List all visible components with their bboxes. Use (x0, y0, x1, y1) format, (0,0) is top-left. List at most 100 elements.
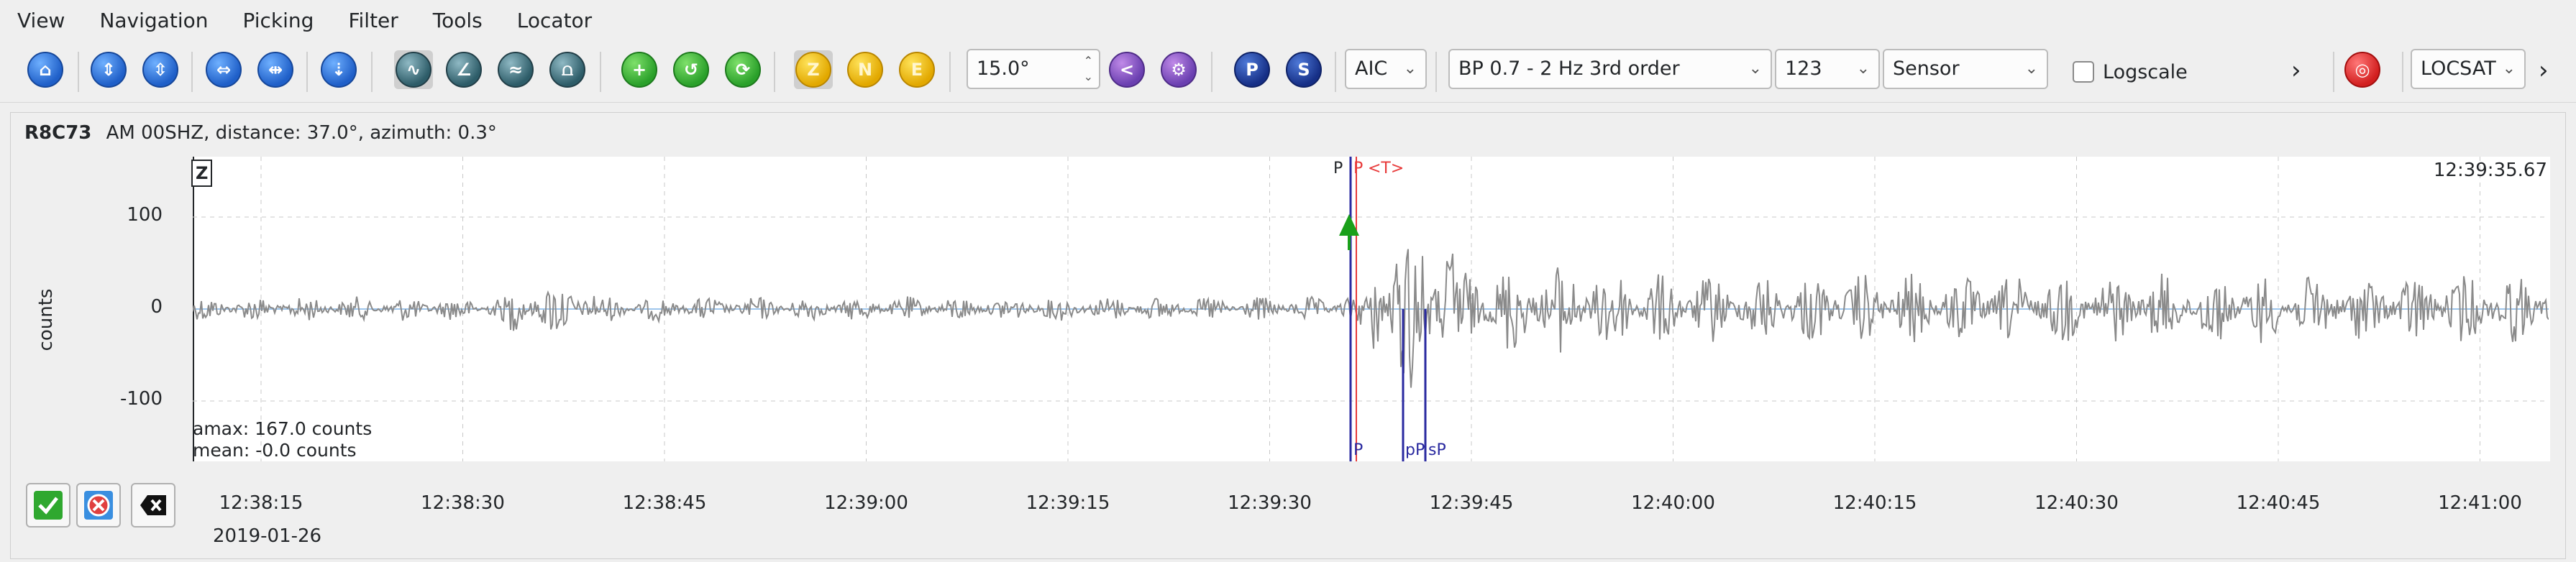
rotate-settings-button[interactable]: ⚙ (1159, 50, 1198, 89)
y-tick-label: 0 (150, 296, 163, 318)
x-tick-label: 12:38:30 (421, 492, 505, 514)
backspace-icon (140, 495, 166, 515)
menu-picking[interactable]: Picking (225, 0, 331, 42)
component-z-icon: Z (795, 52, 831, 88)
toolbar-separator (600, 52, 601, 92)
x-tick-label: 12:38:15 (219, 492, 303, 514)
toolbar-extension-chevron-icon[interactable]: › (2539, 56, 2549, 85)
locate-button[interactable]: ◎ (2343, 50, 2382, 89)
spectrum-button[interactable]: ∠ (444, 50, 483, 89)
checkbox-box[interactable] (2073, 61, 2094, 83)
component-label: Z (191, 160, 213, 187)
chevron-up-icon: ⇕ (91, 52, 127, 88)
toolbar-separator (949, 52, 951, 92)
pick-label-bottom: P (1353, 441, 1364, 459)
filter-select[interactable]: BP 0.7 - 2 Hz 3rd order ⌄ (1448, 49, 1772, 89)
rotation-value: 123 (1785, 57, 1822, 80)
x-tick-label: 12:40:15 (1832, 492, 1917, 514)
incidence-spinbox[interactable]: 15.0° ⌃ ⌄ (967, 49, 1100, 89)
pick-reset-icon: ↺ (673, 52, 709, 88)
pick-add-button[interactable]: + (620, 50, 659, 89)
scroll-left-button[interactable]: ⇔ (204, 50, 243, 89)
toolbar-separator (1435, 52, 1437, 92)
y-tick-label: 100 (127, 204, 163, 226)
envelope-button[interactable]: ⩍ (548, 50, 587, 89)
phase-s-button[interactable]: S (1284, 50, 1323, 89)
x-tick-label: 12:39:30 (1228, 492, 1312, 514)
component-e-icon: E (899, 52, 935, 88)
seismic-trace (193, 249, 2549, 388)
angle-icon: ∠ (446, 52, 482, 88)
component-n-button[interactable]: N (846, 50, 885, 89)
locator-select[interactable]: LOCSAT ⌄ (2411, 49, 2526, 89)
chevron-down-icon: ⌄ (1856, 60, 1870, 78)
menu-locator[interactable]: Locator (500, 0, 609, 42)
x-tick-label: 12:38:45 (622, 492, 707, 514)
waveform-canvas[interactable] (193, 157, 2549, 461)
clear-button[interactable] (131, 483, 175, 528)
scroll-down-button[interactable]: ⇳ (141, 50, 180, 89)
toolbar-separator (1335, 52, 1336, 92)
toolbar-separator (2333, 52, 2334, 92)
chevron-down-icon: ⌄ (2024, 60, 2038, 78)
home-button[interactable]: ⌂ (26, 50, 65, 89)
toolbar-separator (774, 52, 775, 92)
toolbar-separator (78, 52, 79, 92)
x-tick-label: 12:39:45 (1429, 492, 1514, 514)
x-tick-label: 12:40:00 (1631, 492, 1715, 514)
scroll-up-button[interactable]: ⇕ (89, 50, 128, 89)
home-icon: ⌂ (27, 52, 63, 88)
rotation-select[interactable]: 123 ⌄ (1775, 49, 1880, 89)
x-tick-label: 12:39:15 (1026, 492, 1110, 514)
amax-label: amax: 167.0 counts (193, 418, 373, 439)
locator-value: LOCSAT (2421, 57, 2496, 80)
menu-tools[interactable]: Tools (416, 0, 500, 42)
phase-p-button[interactable]: P (1233, 50, 1271, 89)
accept-button[interactable] (26, 483, 70, 528)
filter-toggle-button[interactable]: ∿ (394, 50, 433, 89)
toolbar-separator (306, 52, 308, 92)
toolbar-separator (1211, 52, 1212, 92)
sort-button[interactable]: ⇣ (319, 50, 358, 89)
units-select[interactable]: Sensor ⌄ (1883, 49, 2048, 89)
menu-view[interactable]: View (0, 0, 82, 42)
logscale-label: Logscale (2103, 60, 2188, 83)
chevron-double-icon: ⇳ (142, 52, 178, 88)
rotate-settings-icon: ⚙ (1161, 52, 1197, 88)
toolbar-overflow-chevron-icon[interactable]: › (2291, 56, 2301, 85)
zoom-time-button[interactable]: ⇹ (256, 50, 295, 89)
phase-s-icon: S (1286, 52, 1322, 88)
menu-navigation[interactable]: Navigation (82, 0, 225, 42)
logscale-checkbox[interactable]: Logscale (2073, 57, 2188, 86)
x-tick-label: 12:39:00 (824, 492, 908, 514)
toolbar-separator (2402, 52, 2403, 92)
waveform-button[interactable]: ≈ (496, 50, 535, 89)
pick-label-bottom: pP (1405, 441, 1425, 459)
pick-add-icon: + (621, 52, 657, 88)
station-code: R8C73 (24, 122, 92, 144)
component-e-button[interactable]: E (898, 50, 936, 89)
picker-value: AIC (1355, 57, 1388, 80)
spin-arrows-icon[interactable]: ⌃ ⌄ (1084, 53, 1093, 85)
toolbar: ⌂ ⇕ ⇳ ⇔ ⇹ ⇣ ∿ ∠ ≈ ⩍ + ↺ ⟳ Z N E 15.0° ⌃ … (0, 42, 2576, 103)
phase-p-icon: P (1234, 52, 1270, 88)
pick-label-top: P (1353, 160, 1364, 178)
waveform-icon: ≈ (498, 52, 534, 88)
rotate-left-button[interactable]: < (1107, 50, 1146, 89)
chevron-down-icon: ⌄ (1403, 60, 1417, 78)
pick-refresh-button[interactable]: ⟳ (723, 50, 762, 89)
trace-info: AM 00SHZ, distance: 37.0°, azimuth: 0.3° (106, 122, 497, 144)
component-z-button[interactable]: Z (794, 50, 833, 89)
toolbar-separator (191, 52, 193, 92)
incidence-value: 15.0° (977, 57, 1030, 80)
menu-filter[interactable]: Filter (331, 0, 415, 42)
pick-label-top: <T> (1368, 160, 1405, 178)
pick-reset-button[interactable]: ↺ (672, 50, 711, 89)
picker-select[interactable]: AIC ⌄ (1345, 49, 1427, 89)
filter-icon: ∿ (396, 52, 431, 88)
y-axis-label: counts (35, 288, 57, 351)
align-icon: ⇹ (257, 52, 293, 88)
target-icon: ◎ (2344, 52, 2380, 88)
reject-button[interactable] (76, 483, 121, 528)
checkmark-icon (34, 491, 63, 520)
